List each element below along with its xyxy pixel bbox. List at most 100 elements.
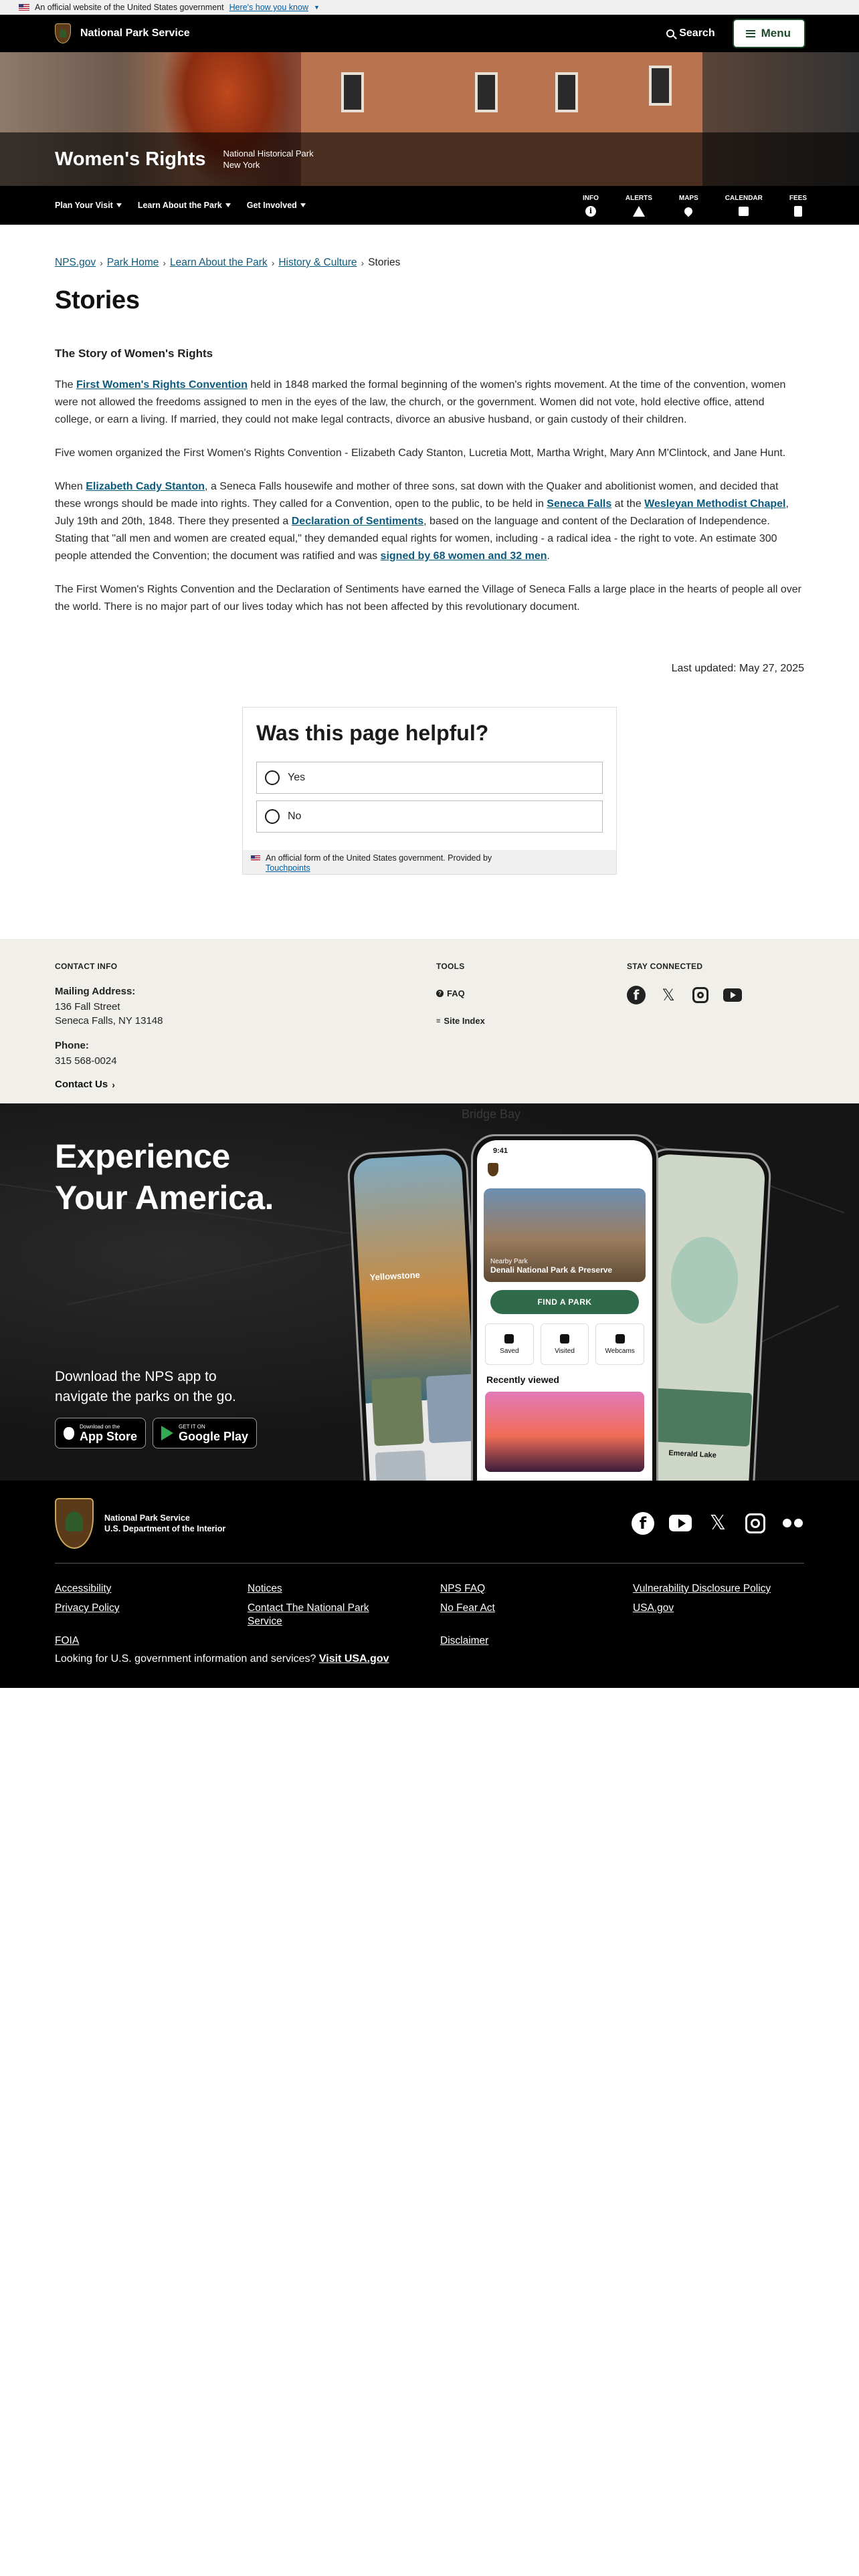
touchpoints-link[interactable]: Touchpoints — [266, 863, 310, 873]
caret-down-icon — [116, 203, 122, 207]
page-title: Stories — [55, 286, 140, 314]
feedback-footer: An official form of the United States go… — [243, 850, 616, 874]
search-button[interactable]: Search — [666, 27, 715, 39]
address-line-1: 136 Fall Street — [55, 1001, 120, 1012]
alert-icon — [632, 205, 645, 217]
instagram-icon[interactable] — [745, 1513, 765, 1533]
story-paragraph-3: When Elizabeth Cady Stanton, a Seneca Fa… — [55, 481, 789, 562]
site-index-link[interactable]: ≡ Site Index — [436, 1016, 485, 1026]
footer-link-notices[interactable]: Notices — [248, 1582, 440, 1596]
park-designation: National Historical Park New York — [223, 148, 314, 170]
breadcrumb-learn-about-the-park[interactable]: Learn About the Park — [170, 257, 268, 269]
us-flag-icon — [251, 855, 260, 861]
footer-link-nps-faq[interactable]: NPS FAQ — [440, 1582, 633, 1596]
breadcrumb-park-home[interactable]: Park Home — [107, 257, 159, 269]
google-play-icon — [161, 1426, 174, 1440]
app-store-badge[interactable]: Download on the App Store — [55, 1418, 147, 1448]
visit-usa-gov-link[interactable]: Visit USA.gov — [319, 1653, 389, 1665]
nav-get-involved[interactable]: Get Involved — [247, 201, 306, 210]
map-label: Bridge Bay — [462, 1107, 521, 1121]
quick-link-maps[interactable]: MAPS — [679, 195, 698, 217]
footer-link-disclaimer[interactable]: Disclaimer — [440, 1634, 633, 1648]
menu-label: Menu — [761, 27, 791, 39]
flickr-icon[interactable] — [781, 1512, 804, 1535]
last-updated: Last updated: May 27, 2025 — [671, 663, 804, 674]
footer-link-privacy-policy[interactable]: Privacy Policy — [55, 1602, 248, 1628]
feedback-option-no[interactable]: No — [256, 800, 603, 833]
info-icon: i — [585, 205, 596, 217]
signers-link[interactable]: signed by 68 women and 32 men — [381, 550, 547, 562]
footer-link-accessibility[interactable]: Accessibility — [55, 1582, 248, 1596]
radio-button[interactable] — [265, 809, 280, 824]
story-paragraph-2: Five women organized the First Women's R… — [55, 447, 786, 459]
nps-home-link[interactable]: National Park Service — [55, 23, 190, 43]
youtube-icon[interactable] — [723, 988, 742, 1002]
tools: TOOLS ? FAQ ≡ Site Index — [436, 962, 485, 1026]
quick-link-info[interactable]: INFO i — [583, 195, 599, 217]
elizabeth-cady-stanton-link[interactable]: Elizabeth Cady Stanton — [86, 481, 205, 492]
x-icon[interactable]: 𝕏 — [659, 986, 678, 1004]
stay-connected: STAY CONNECTED f 𝕏 — [627, 962, 742, 1004]
facebook-icon[interactable]: f — [632, 1511, 654, 1535]
seneca-falls-link[interactable]: Seneca Falls — [547, 498, 611, 510]
story-paragraph-4: The First Women's Rights Convention and … — [55, 584, 801, 613]
contact-us-link[interactable]: Contact Us › — [55, 1079, 163, 1090]
facebook-icon[interactable]: f — [627, 986, 646, 1004]
quick-link-alerts[interactable]: ALERTS — [626, 195, 652, 217]
phone-featured-park: Nearby Park Denali National Park & Prese… — [484, 1188, 646, 1282]
phone-right-place: Emerald Lake — [668, 1448, 717, 1460]
google-play-badge[interactable]: GET IT ON Google Play — [153, 1418, 258, 1448]
question-icon: ? — [436, 990, 444, 997]
faq-link[interactable]: ? FAQ — [436, 988, 485, 998]
quick-link-calendar[interactable]: CALENDAR — [725, 195, 763, 217]
footer-link-no-fear-act[interactable]: No Fear Act — [440, 1602, 633, 1628]
footer-links: Accessibility Notices NPS FAQ Vulnerabil… — [55, 1582, 804, 1648]
quick-link-fees[interactable]: FEES — [789, 195, 807, 217]
breadcrumb-nps-gov[interactable]: NPS.gov — [55, 257, 96, 269]
youtube-icon[interactable] — [669, 1515, 692, 1531]
footer-link-contact-nps[interactable]: Contact The National Park Service — [248, 1602, 395, 1628]
map-pin-icon — [682, 205, 694, 217]
park-name[interactable]: Women's Rights — [55, 148, 206, 171]
star-icon — [504, 1333, 514, 1344]
park-nav: Plan Your Visit Learn About the Park Get… — [0, 186, 859, 225]
x-icon[interactable]: 𝕏 — [706, 1511, 729, 1535]
feedback-question: Was this page helpful? — [256, 721, 489, 745]
footer-brand[interactable]: National Park Service U.S. Department of… — [55, 1497, 225, 1549]
first-womens-rights-convention-link[interactable]: First Women's Rights Convention — [76, 379, 248, 391]
apple-icon — [64, 1426, 74, 1440]
chevron-right-icon: › — [112, 1079, 115, 1090]
chevron-right-icon: › — [100, 257, 103, 268]
phone-tile-visited: Visited — [540, 1323, 589, 1365]
nps-arrowhead-icon — [488, 1163, 498, 1176]
app-promo: Bridge Bay Experience Your America. Down… — [0, 1103, 859, 1481]
menu-button[interactable]: Menu — [732, 19, 805, 48]
site-header: National Park Service Search Menu — [0, 15, 859, 52]
footer-link-foia[interactable]: FOIA — [55, 1634, 248, 1648]
promo-title: Experience Your America. — [55, 1138, 274, 1216]
caret-down-icon — [300, 203, 306, 207]
hamburger-icon — [745, 29, 755, 37]
section-heading: The Story of Women's Rights — [55, 347, 213, 360]
heres-how-you-know-link[interactable]: Here's how you know — [229, 3, 308, 12]
breadcrumb-history-culture[interactable]: History & Culture — [278, 257, 357, 269]
nav-learn-about-the-park[interactable]: Learn About the Park — [138, 201, 231, 210]
phone-number[interactable]: 315 568-0024 — [55, 1054, 163, 1068]
chevron-right-icon: › — [163, 257, 167, 268]
footer-link-usa-gov[interactable]: USA.gov — [633, 1602, 826, 1628]
fee-icon — [793, 205, 802, 217]
instagram-icon[interactable] — [692, 987, 708, 1003]
feedback-option-yes[interactable]: Yes — [256, 762, 603, 794]
gov-banner: An official website of the United States… — [0, 0, 859, 15]
wesleyan-methodist-chapel-link[interactable]: Wesleyan Methodist Chapel — [644, 498, 785, 510]
gov-banner-text: An official website of the United States… — [35, 3, 224, 12]
phone-mockup-left: Yellowstone — [346, 1147, 486, 1481]
nps-arrowhead-icon — [55, 1497, 94, 1549]
calendar-icon — [739, 206, 749, 216]
nav-plan-your-visit[interactable]: Plan Your Visit — [55, 201, 122, 210]
radio-button[interactable] — [265, 770, 280, 785]
footer-link-vulnerability-disclosure[interactable]: Vulnerability Disclosure Policy — [633, 1582, 826, 1596]
pin-icon — [560, 1333, 569, 1344]
search-label: Search — [679, 27, 715, 39]
declaration-of-sentiments-link[interactable]: Declaration of Sentiments — [292, 516, 423, 527]
